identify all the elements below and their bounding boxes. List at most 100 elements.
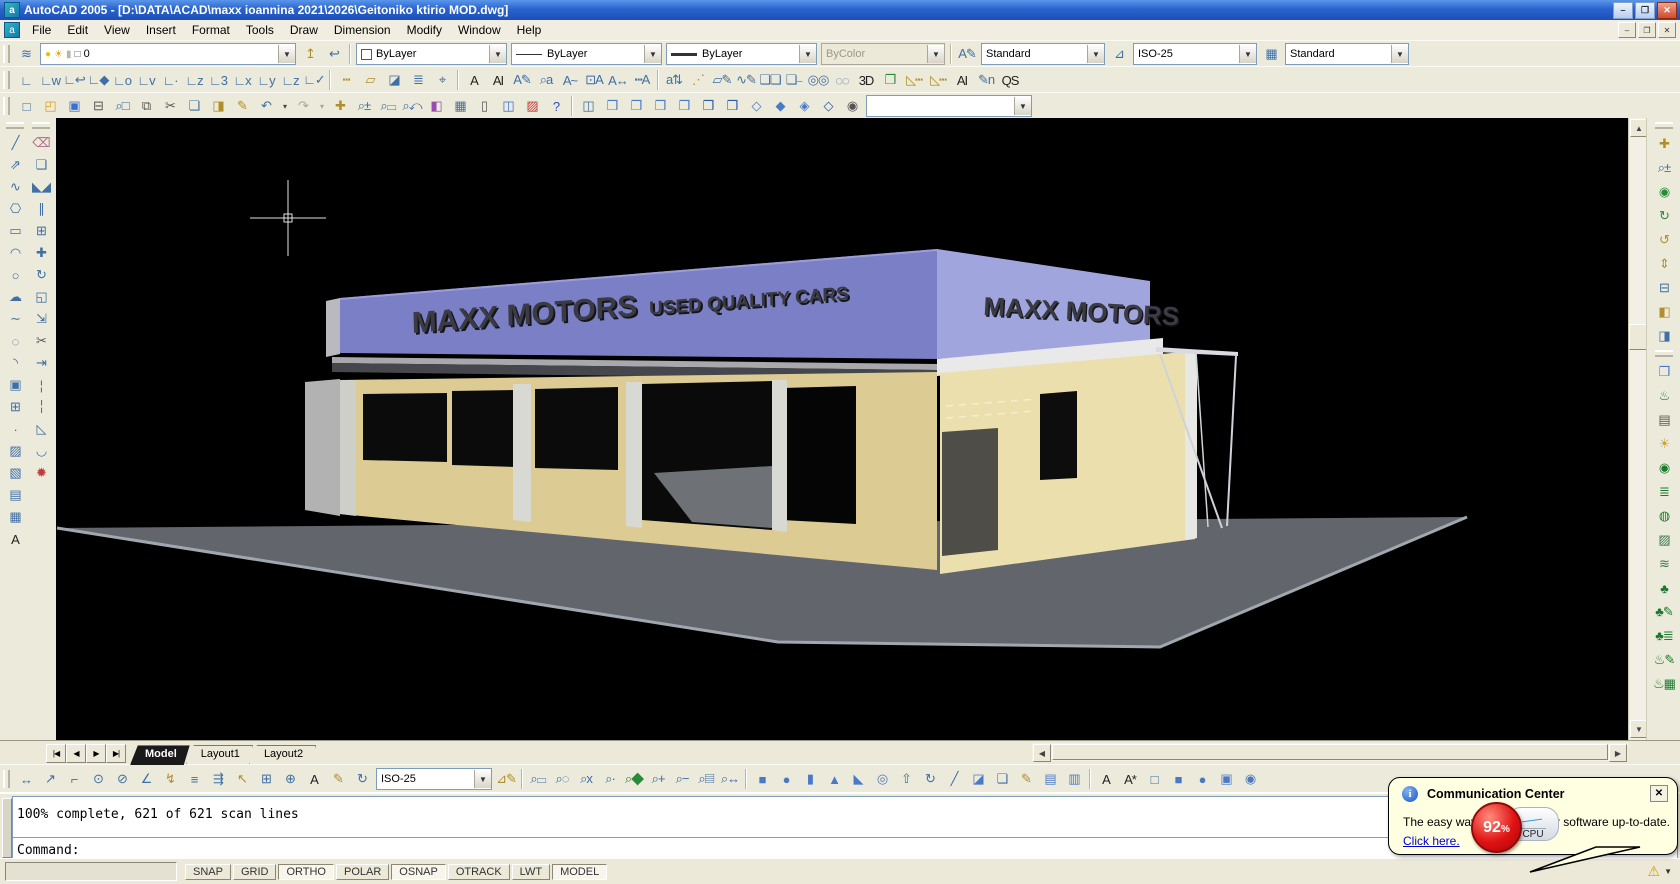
toolbar-grip[interactable]	[32, 122, 50, 129]
three-point-ucs-icon[interactable]: ∟3	[206, 69, 230, 91]
3d-orbit-icon[interactable]: ◉	[1650, 180, 1678, 204]
toolbar-grip[interactable]	[3, 71, 10, 89]
array-icon[interactable]: ⊞	[28, 220, 54, 242]
layer-previous-icon[interactable]: ↩	[322, 43, 346, 65]
save-icon[interactable]: ▣	[62, 95, 86, 117]
copy-object-icon[interactable]: ❏	[28, 154, 54, 176]
redo-icon[interactable]: ↷	[291, 95, 315, 117]
match-properties-icon[interactable]: ✎	[230, 95, 254, 117]
quick-leader-icon[interactable]: ↖	[230, 768, 254, 790]
setup-profile-icon[interactable]: ▥	[1062, 768, 1086, 790]
toolbar-grip[interactable]	[3, 770, 10, 788]
horizontal-scroll-thumb[interactable]	[1052, 744, 1608, 760]
top-view-icon[interactable]: ❒	[600, 95, 624, 117]
menu-draw[interactable]: Draw	[282, 21, 326, 39]
undo-dropdown[interactable]: ▾	[278, 95, 291, 117]
lineweight-control-combobox[interactable]: ByLayer ▼	[666, 43, 817, 65]
table-style-icon[interactable]: ▦	[1259, 43, 1283, 65]
text-style-dropdown-arrow[interactable]: ▼	[1087, 45, 1104, 63]
gouraud-shaded-icon[interactable]: ●	[1190, 768, 1214, 790]
vertical-scroll-thumb[interactable]	[1629, 324, 1647, 350]
ellipse-icon[interactable]: ◌	[2, 330, 28, 352]
wedge-solid-icon[interactable]: ◣	[846, 768, 870, 790]
multiline-text-icon[interactable]: A	[462, 69, 486, 91]
sheetset-manager-icon[interactable]: ◫	[496, 95, 520, 117]
y-rotate-ucs-icon[interactable]: ∟y	[254, 69, 278, 91]
sw-isometric-icon[interactable]: ◇	[744, 95, 768, 117]
toolbar-grip[interactable]	[1655, 122, 1673, 129]
zoom-realtime-icon[interactable]: ⌕±	[352, 95, 376, 117]
ne-isometric-icon[interactable]: ◈	[792, 95, 816, 117]
tab-layout1[interactable]: Layout1	[186, 745, 253, 765]
cut-icon[interactable]: ✂	[158, 95, 182, 117]
redo-dropdown[interactable]: ▾	[315, 95, 328, 117]
first-tab-button[interactable]: |◀	[46, 744, 66, 763]
origin-ucs-icon[interactable]: ∟·	[158, 69, 182, 91]
torus-solid-icon[interactable]: ◎	[870, 768, 894, 790]
zoom-previous-icon[interactable]: ⌕↶	[400, 95, 424, 117]
menu-insert[interactable]: Insert	[138, 21, 184, 39]
zoom-dynamic-icon[interactable]: ⌕◌	[550, 768, 574, 790]
model-toggle[interactable]: MODEL	[552, 864, 607, 880]
extrude-icon[interactable]: ⇧	[894, 768, 918, 790]
line-icon[interactable]: ╱	[2, 132, 28, 154]
arc-icon[interactable]: ◠	[2, 242, 28, 264]
move-icon[interactable]: ✚	[28, 242, 54, 264]
menu-file[interactable]: File	[24, 21, 59, 39]
vertical-scrollbar[interactable]: ▲ ▼	[1628, 118, 1647, 740]
multiline-edit-icon[interactable]: ◌◌	[830, 69, 854, 91]
close-button[interactable]: ✕	[1657, 2, 1677, 19]
mdi-close-button[interactable]: ✕	[1658, 22, 1676, 38]
ortho-toggle[interactable]: ORTHO	[278, 864, 334, 880]
designcenter-icon[interactable]: ▦	[448, 95, 472, 117]
named-views-icon[interactable]: ◫	[576, 95, 600, 117]
layer-properties-manager-icon[interactable]: ≋	[14, 43, 38, 65]
area-icon[interactable]: ▱	[358, 69, 382, 91]
explode-icon[interactable]: ✹	[28, 462, 54, 484]
dim-style-bottom-dropdown-arrow[interactable]: ▼	[474, 770, 491, 788]
color-control-combobox[interactable]: ByLayer ▼	[356, 43, 507, 65]
front-view-icon[interactable]: ❒	[696, 95, 720, 117]
setup-ruler-icon[interactable]: ◺┅	[902, 69, 926, 91]
named-view-dropdown-arrow[interactable]: ▼	[1014, 97, 1031, 115]
mdi-restore-button[interactable]: ❐	[1638, 22, 1656, 38]
help-icon[interactable]: ?	[544, 95, 568, 117]
zoom-window2-icon[interactable]: ⌕▭	[526, 768, 550, 790]
circle-icon[interactable]: ○	[2, 264, 28, 286]
radius-dimension-icon[interactable]: ⊙	[86, 768, 110, 790]
locate-point-icon[interactable]: ⌖	[430, 69, 454, 91]
slice-icon[interactable]: ╱	[942, 768, 966, 790]
left-view-icon[interactable]: ❒	[648, 95, 672, 117]
break-at-point-icon[interactable]: ¦	[28, 374, 54, 396]
horizontal-scrollbar[interactable]: ◀ ▶	[1032, 743, 1628, 761]
toolbar-grip[interactable]	[3, 45, 10, 63]
donut-icon[interactable]: ◎◎	[806, 69, 830, 91]
distance-icon[interactable]: ┅	[334, 69, 358, 91]
dim-style-dropdown-arrow[interactable]: ▼	[1239, 45, 1256, 63]
dim-style-icon[interactable]: ⊿	[1107, 43, 1131, 65]
quick-select-icon[interactable]: QS	[998, 69, 1022, 91]
erase-icon[interactable]: ⌫	[28, 132, 54, 154]
quick-dimension-icon[interactable]: ↯	[158, 768, 182, 790]
toolbar-grip[interactable]	[3, 97, 10, 115]
3d-continuous-orbit-icon[interactable]: ↻	[1650, 204, 1678, 228]
world-ucs-icon[interactable]: ∟w	[38, 69, 62, 91]
rectangle-icon[interactable]: ▭	[2, 220, 28, 242]
ucs-previous-icon[interactable]: ∟↩	[62, 69, 86, 91]
zoom-scale-icon[interactable]: ⌕x	[574, 768, 598, 790]
front-clip-icon[interactable]: ◧	[1650, 300, 1678, 324]
gradient-icon[interactable]: ▧	[2, 462, 28, 484]
coordinate-display[interactable]	[5, 862, 177, 881]
setup-drawing-icon[interactable]: ✎	[1014, 768, 1038, 790]
hidden-shade-icon[interactable]: □	[1142, 768, 1166, 790]
list-icon[interactable]: ≣	[406, 69, 430, 91]
sphere-solid-icon[interactable]: ●	[774, 768, 798, 790]
named-view-combobox[interactable]: ▼	[866, 95, 1032, 117]
fillet-icon[interactable]: ◡	[28, 440, 54, 462]
zoom-window-icon[interactable]: ⌕▭	[376, 95, 400, 117]
dimension-update-icon[interactable]: ↻	[350, 768, 374, 790]
point-icon[interactable]: ∙	[2, 418, 28, 440]
bottom-view-icon[interactable]: ❒	[624, 95, 648, 117]
3d-pan-icon[interactable]: ✚	[1650, 132, 1678, 156]
menu-edit[interactable]: Edit	[59, 21, 96, 39]
